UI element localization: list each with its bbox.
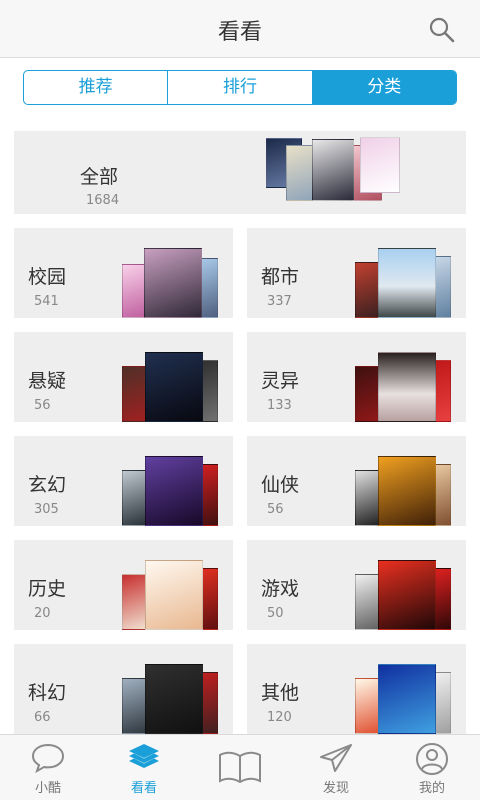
book-cover-image <box>378 456 436 526</box>
top-bar: 看看 <box>0 0 480 58</box>
segment-tabs: 推荐 排行 分类 <box>23 70 457 105</box>
tab-recommend[interactable]: 推荐 <box>24 71 169 104</box>
category-count: 20 <box>34 606 51 621</box>
book-cover-image <box>312 139 354 201</box>
category-count: 541 <box>34 294 59 309</box>
category-card-all[interactable]: 全部 1684 <box>14 131 466 214</box>
category-name: 校园 <box>28 266 67 288</box>
category-card-other[interactable]: 其他 120 <box>247 644 466 734</box>
category-name: 都市 <box>261 266 300 288</box>
category-count: 120 <box>267 710 292 725</box>
category-name: 科幻 <box>28 682 67 704</box>
book-cover-image <box>378 352 436 422</box>
category-card-xianxia[interactable]: 仙侠 56 <box>247 436 466 526</box>
book-cover-image <box>145 352 203 422</box>
nav-item-mine[interactable]: 我的 <box>384 735 480 800</box>
category-count: 337 <box>267 294 292 309</box>
category-card-scifi[interactable]: 科幻 66 <box>14 644 233 734</box>
nav-label: 发现 <box>322 781 349 796</box>
book-cover-image <box>144 248 202 318</box>
category-count: 133 <box>267 398 292 413</box>
search-icon[interactable] <box>428 16 456 44</box>
category-name: 历史 <box>28 578 67 600</box>
book-cover-image <box>378 664 436 734</box>
book-cover-image <box>200 258 218 318</box>
nav-label: 小酷 <box>34 781 61 796</box>
book-cover-image <box>360 137 400 193</box>
category-count: 56 <box>34 398 51 413</box>
page-title: 看看 <box>217 20 262 45</box>
nav-label: 我的 <box>418 781 445 796</box>
category-card-game[interactable]: 游戏 50 <box>247 540 466 630</box>
nav-label: 看看 <box>130 781 157 796</box>
category-name: 其他 <box>261 682 300 704</box>
book-cover-image <box>378 248 436 318</box>
category-name: 灵异 <box>261 370 300 392</box>
user-profile-icon <box>416 743 448 775</box>
category-card-mystery[interactable]: 悬疑 56 <box>14 332 233 422</box>
paper-plane-icon <box>320 744 352 772</box>
category-count: 305 <box>34 502 59 517</box>
category-card-urban[interactable]: 都市 337 <box>247 228 466 318</box>
book-cover-image <box>145 456 203 526</box>
category-name: 全部 <box>80 166 119 188</box>
category-name: 悬疑 <box>28 370 67 392</box>
nav-item-xiaoku[interactable]: 小酷 <box>0 735 96 800</box>
chat-bubble-icon <box>31 743 65 774</box>
book-cover-image <box>145 664 203 734</box>
nav-item-bookshelf[interactable] <box>192 735 288 800</box>
book-cover-image <box>122 264 146 318</box>
category-count: 66 <box>34 710 51 725</box>
category-name: 游戏 <box>261 578 300 600</box>
bottom-navigation: 小酷 看看 发现 我的 <box>0 734 480 800</box>
category-name: 玄幻 <box>28 474 67 496</box>
category-count: 50 <box>267 606 284 621</box>
tab-category[interactable]: 分类 <box>312 71 456 104</box>
nav-item-kankan[interactable]: 看看 <box>96 735 192 800</box>
tab-ranking[interactable]: 排行 <box>168 71 313 104</box>
category-card-fantasy[interactable]: 玄幻 305 <box>14 436 233 526</box>
category-count: 56 <box>267 502 284 517</box>
book-cover-image <box>145 560 203 630</box>
category-name: 仙侠 <box>261 474 300 496</box>
book-cover-image <box>378 560 436 630</box>
category-card-supernatural[interactable]: 灵异 133 <box>247 332 466 422</box>
nav-item-discover[interactable]: 发现 <box>288 735 384 800</box>
open-book-icon <box>219 751 261 784</box>
category-card-campus[interactable]: 校园 541 <box>14 228 233 318</box>
category-card-history[interactable]: 历史 20 <box>14 540 233 630</box>
stack-layers-icon <box>129 744 159 768</box>
category-count: 1684 <box>86 193 120 208</box>
